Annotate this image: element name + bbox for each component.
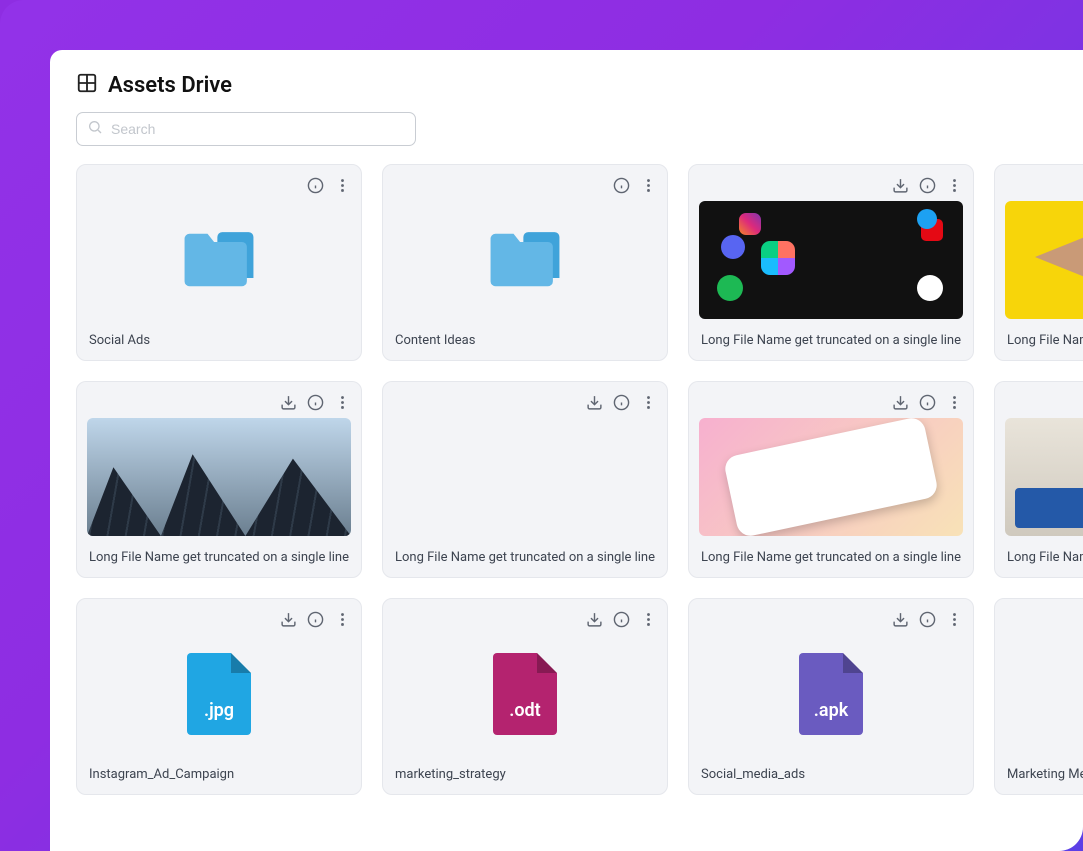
info-icon[interactable] [307,394,324,411]
file-icon: .odt [393,635,657,753]
card-name: Social_media_ads [699,767,963,782]
card-name: Long File Name get truncated on a single… [699,550,963,565]
info-icon[interactable] [919,611,936,628]
card-name: Marketing Meetings [1005,767,1083,782]
image-card[interactable]: Long File Name get truncated on a single… [994,381,1083,578]
file-card[interactable]: .odt marketing_strategy [382,598,668,795]
more-icon[interactable] [334,394,351,411]
image-thumbnail [1005,418,1083,536]
info-icon[interactable] [613,611,630,628]
card-toolbar [393,392,657,412]
more-icon[interactable] [334,611,351,628]
folder-icon [393,201,657,319]
card-name: marketing_strategy [393,767,657,782]
card-toolbar [1005,609,1083,629]
download-icon[interactable] [586,611,603,628]
card-name: Long File Name get truncated on a single… [393,550,657,565]
card-toolbar [87,175,351,195]
download-icon[interactable] [892,394,909,411]
info-icon[interactable] [919,394,936,411]
card-name: Content Ideas [393,333,657,348]
page-title: Assets Drive [108,73,232,98]
file-icon: .apk [699,635,963,753]
image-thumbnail [699,201,963,319]
folder-card[interactable]: Marketing Meetings [994,598,1083,795]
more-icon[interactable] [946,177,963,194]
folder-card[interactable]: Social Ads [76,164,362,361]
folder-icon [87,201,351,319]
info-icon[interactable] [919,177,936,194]
download-icon[interactable] [892,177,909,194]
more-icon[interactable] [334,177,351,194]
file-extension: .jpg [204,700,234,721]
image-card[interactable]: Long File Name get truncated on a single… [994,164,1083,361]
search-box[interactable] [76,112,416,146]
image-thumbnail [393,418,657,536]
card-toolbar [1005,175,1083,195]
assets-grid: Social Ads Content Ideas Long File Name … [76,164,1057,795]
file-card[interactable]: .apk Social_media_ads [688,598,974,795]
folder-card[interactable]: Content Ideas [382,164,668,361]
image-card[interactable]: Long File Name get truncated on a single… [76,381,362,578]
card-toolbar [699,392,963,412]
card-name: Social Ads [87,333,351,348]
info-icon[interactable] [307,611,324,628]
assets-panel: Assets Drive Social Ads Content Ideas Lo… [50,50,1083,851]
download-icon[interactable] [280,611,297,628]
card-toolbar [87,609,351,629]
image-card[interactable]: Long File Name get truncated on a single… [382,381,668,578]
image-thumbnail [87,418,351,536]
card-name: Long File Name get truncated on a single… [87,550,351,565]
file-icon: .jpg [87,635,351,753]
card-name: Instagram_Ad_Campaign [87,767,351,782]
more-icon[interactable] [640,611,657,628]
card-toolbar [393,609,657,629]
info-icon[interactable] [307,177,324,194]
more-icon[interactable] [640,394,657,411]
more-icon[interactable] [946,394,963,411]
image-thumbnail [699,418,963,536]
card-toolbar [393,175,657,195]
info-icon[interactable] [613,177,630,194]
page-header: Assets Drive [76,72,1057,98]
card-toolbar [699,175,963,195]
file-extension: .odt [509,700,540,721]
file-card[interactable]: .jpg Instagram_Ad_Campaign [76,598,362,795]
image-card[interactable]: Long File Name get truncated on a single… [688,164,974,361]
card-name: Long File Name get truncated on a single… [1005,333,1083,348]
download-icon[interactable] [586,394,603,411]
image-card[interactable]: Long File Name get truncated on a single… [688,381,974,578]
info-icon[interactable] [613,394,630,411]
card-name: Long File Name get truncated on a single… [1005,550,1083,565]
file-extension: .apk [814,700,848,721]
card-toolbar [87,392,351,412]
card-name: Long File Name get truncated on a single… [699,333,963,348]
more-icon[interactable] [640,177,657,194]
download-icon[interactable] [280,394,297,411]
download-icon[interactable] [892,611,909,628]
more-icon[interactable] [946,611,963,628]
image-thumbnail [1005,201,1083,319]
card-toolbar [1005,392,1083,412]
search-input[interactable] [111,121,405,137]
card-toolbar [699,609,963,629]
search-icon [87,119,103,139]
folder-icon [1005,635,1083,753]
grid-layout-icon [76,72,98,98]
